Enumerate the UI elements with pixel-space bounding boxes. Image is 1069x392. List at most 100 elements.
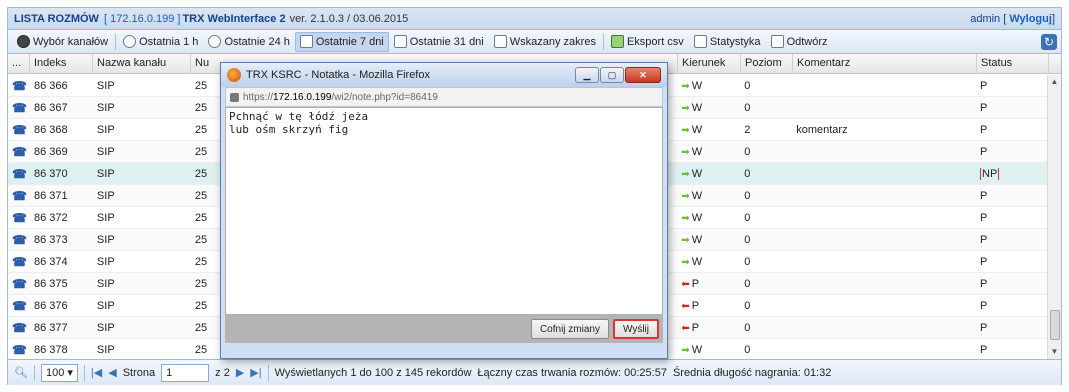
arrow-right-icon: ➡: [681, 256, 690, 268]
direction-label: W: [691, 343, 703, 356]
clock-icon: [123, 35, 137, 48]
direction-cell: ➡ W: [677, 344, 740, 356]
call-icon: ☎: [12, 166, 27, 181]
play-button[interactable]: Odtwórz: [766, 32, 833, 52]
direction-cell: ⬅ P: [677, 278, 740, 290]
channel-cell-text: SIP: [96, 145, 115, 158]
channel-cell: SIP: [93, 256, 191, 268]
page-input[interactable]: 1: [161, 363, 210, 382]
page-size-select[interactable]: 100 ▾: [40, 363, 78, 382]
number-cell-text: 25: [194, 277, 208, 290]
status-cell-text: P: [980, 79, 988, 92]
chart-icon: [693, 35, 707, 48]
col-header-dots[interactable]: ...: [8, 54, 30, 74]
first-page-icon[interactable]: |◀: [91, 366, 102, 379]
pager-separator: [83, 364, 85, 381]
direction-cell: ➡ W: [677, 124, 740, 136]
direction-cell: ➡ W: [677, 168, 740, 180]
comment-cell-text: komentarz: [796, 123, 848, 136]
channel-cell: SIP: [93, 124, 191, 136]
level-cell: 2: [740, 124, 792, 136]
status-cell-text: P: [980, 343, 988, 356]
call-type-cell: ☎: [8, 167, 30, 181]
direction-cell: ➡ W: [677, 256, 740, 268]
index-cell-text: 86 367: [33, 101, 68, 114]
call-icon: ☎: [12, 144, 27, 159]
col-header-channel[interactable]: Nazwa kanału: [93, 54, 191, 74]
direction-label: W: [691, 79, 703, 92]
statistics-button[interactable]: Statystyka: [689, 32, 766, 52]
total-duration: Łączny czas trwania rozmów: 00:25:57: [477, 366, 667, 379]
refresh-icon[interactable]: ↻: [1041, 33, 1057, 50]
scroll-up-icon[interactable]: ▲: [1048, 75, 1061, 89]
note-textarea[interactable]: Pchnąć w tę łódź jeża lub ośm skrzyń fig: [225, 107, 663, 315]
channel-cell: SIP: [93, 80, 191, 92]
arrow-right-icon: ➡: [681, 124, 690, 136]
last-7d-button[interactable]: Ostatnie 7 dni: [294, 31, 389, 52]
minimize-icon[interactable]: ▁: [575, 67, 599, 83]
col-header-index[interactable]: Indeks: [30, 54, 93, 74]
level-cell-text: 0: [744, 277, 751, 290]
direction-label: W: [691, 167, 703, 180]
status-cell-text: P: [980, 255, 988, 268]
page-title: LISTA ROZMÓW: [14, 12, 99, 25]
scroll-thumb[interactable]: [1050, 310, 1060, 340]
gear-icon: [17, 35, 30, 48]
call-icon: ☎: [12, 342, 27, 357]
direction-label: W: [691, 123, 703, 136]
last-31d-button[interactable]: Ostatnie 31 dni: [389, 32, 489, 52]
col-header-status[interactable]: Status: [977, 54, 1049, 74]
col-header-comment[interactable]: Komentarz: [793, 54, 977, 74]
call-icon: ☎: [12, 254, 27, 269]
level-cell-text: 0: [744, 79, 751, 92]
call-type-cell: ☎: [8, 233, 30, 247]
direction-label: P: [691, 277, 700, 290]
maximize-icon[interactable]: ▢: [600, 67, 624, 83]
level-cell-text: 0: [744, 299, 751, 312]
revert-changes-button[interactable]: Cofnij zmiany: [530, 319, 609, 339]
arrow-right-icon: ➡: [681, 102, 690, 114]
direction-label: W: [691, 255, 703, 268]
direction-cell: ➡ W: [677, 80, 740, 92]
url-host: 172.16.0.199: [273, 91, 332, 103]
col-header-direction[interactable]: Kierunek: [678, 54, 741, 74]
channel-cell-text: SIP: [96, 255, 115, 268]
channel-cell-text: SIP: [96, 167, 115, 180]
next-page-icon[interactable]: ▶: [236, 366, 244, 379]
arrow-right-icon: ➡: [681, 190, 690, 202]
last-1h-label: Ostatnia 1 h: [139, 35, 199, 48]
level-cell-text: 0: [744, 321, 751, 334]
last-1h-button[interactable]: Ostatnia 1 h: [118, 32, 203, 52]
last-page-icon[interactable]: ▶|: [250, 366, 261, 379]
date-range-button[interactable]: Wskazany zakres: [489, 32, 601, 52]
send-button[interactable]: Wyślij: [612, 319, 659, 339]
channel-select-button[interactable]: Wybór kanałów: [12, 32, 113, 52]
vertical-scrollbar[interactable]: ▲ ▼: [1047, 75, 1061, 359]
channel-cell: SIP: [93, 190, 191, 202]
call-type-cell: ☎: [8, 145, 30, 159]
status-cell-text: P: [980, 189, 988, 202]
channel-cell-text: SIP: [96, 343, 115, 356]
search-icon[interactable]: 🔍︎: [14, 366, 28, 379]
call-type-cell: ☎: [8, 101, 30, 115]
number-cell-text: 25: [194, 343, 208, 356]
channel-cell-text: SIP: [96, 189, 115, 202]
close-icon[interactable]: ✕: [625, 67, 661, 83]
last-24h-button[interactable]: Ostatnie 24 h: [203, 32, 294, 52]
popup-titlebar[interactable]: TRX KSRC - Notatka - Mozilla Firefox ▁ ▢…: [221, 63, 667, 87]
logout-link[interactable]: Wyloguj: [1009, 13, 1052, 25]
server-ip: [ 172.16.0.199 ]: [104, 12, 181, 25]
col-header-level[interactable]: Poziom: [741, 54, 793, 74]
page-of: z 2: [215, 366, 230, 379]
index-cell: 86 366: [30, 80, 93, 92]
export-icon: [610, 35, 624, 48]
level-cell-text: 0: [744, 255, 751, 268]
export-csv-button[interactable]: Eksport csv: [606, 32, 689, 52]
call-icon: ☎: [12, 78, 27, 93]
call-type-cell: ☎: [8, 299, 30, 313]
prev-page-icon[interactable]: ◀: [108, 366, 116, 379]
scroll-down-icon[interactable]: ▼: [1048, 345, 1061, 359]
index-cell-text: 86 377: [33, 321, 68, 334]
export-csv-label: Eksport csv: [626, 35, 684, 48]
call-type-cell: ☎: [8, 321, 30, 335]
